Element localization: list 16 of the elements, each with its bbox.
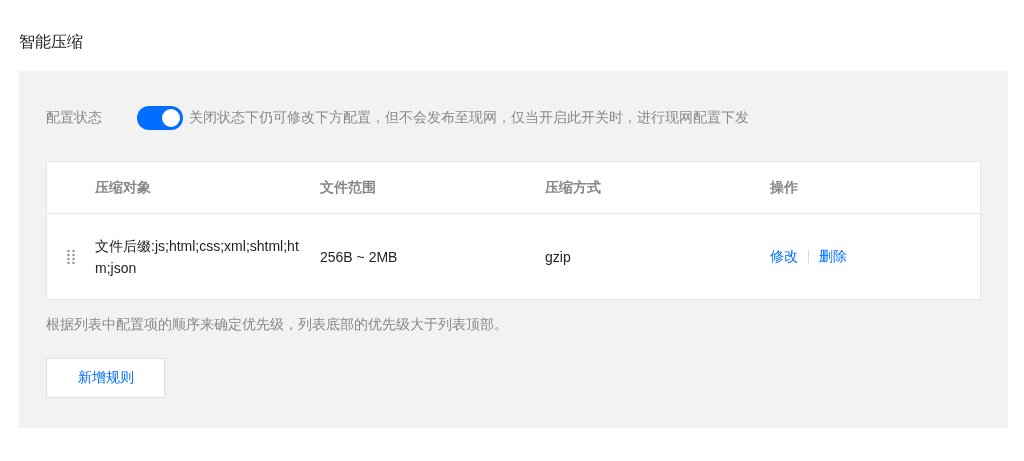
column-header: 操作	[770, 178, 798, 195]
column-header: 压缩对象	[95, 178, 151, 195]
column-header: 压缩方式	[545, 178, 601, 195]
action-link[interactable]: 修改	[770, 247, 798, 266]
table-cell-text: 文件后缀:js;html;css;xml;shtml;htm;json	[95, 236, 300, 278]
column-header: 文件范围	[320, 178, 376, 195]
action-link[interactable]: 删除	[819, 247, 847, 266]
table-cell: gzip	[545, 248, 571, 265]
toggle-switch[interactable]	[137, 106, 183, 130]
drag-handle-icon[interactable]	[67, 248, 75, 265]
priority-note: 根据列表中配置项的顺序来确定优先级，列表底部的优先级大于列表顶部。	[46, 316, 509, 334]
section-title: 智能压缩	[19, 32, 84, 52]
add-rule-button[interactable]: 新增规则	[46, 358, 165, 398]
table-cell: 256B ~ 2MB	[320, 248, 398, 265]
config-hint: 关闭状态下仍可修改下方配置，但不会发布至现网，仅当开启此开关时，进行现网配置下发	[189, 109, 749, 127]
config-label: 配置状态	[46, 109, 103, 127]
